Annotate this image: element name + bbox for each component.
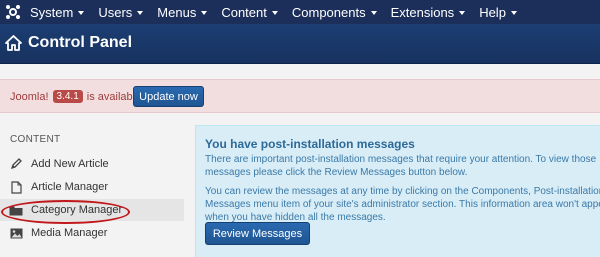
menu-menus[interactable]: Menus [157, 4, 208, 20]
sidebar: CONTENT Add New Article Article Manager … [0, 125, 190, 257]
menu-help[interactable]: Help [479, 5, 517, 20]
caret-down-icon [370, 10, 377, 15]
menu-label: Users [98, 4, 133, 20]
sidebar-item-label: Category Manager [31, 204, 123, 216]
image-icon [9, 226, 23, 240]
sidebar-item-label: Add New Article [31, 158, 109, 170]
menu-label: Content [221, 4, 267, 20]
sidebar-heading: CONTENT [10, 134, 61, 145]
joomla-logo-icon[interactable] [4, 3, 22, 21]
sidebar-item-add-new-article[interactable]: Add New Article [0, 153, 184, 175]
post-installation-panel: You have post-installation messages Ther… [195, 125, 600, 257]
sidebar-item-category-manager[interactable]: Category Manager [0, 199, 184, 221]
sidebar-item-media-manager[interactable]: Media Manager [0, 222, 184, 244]
menu-label: Extensions [390, 4, 455, 20]
main-menu: System Users Menus Content Components Ex… [30, 0, 531, 24]
folder-icon [9, 203, 23, 217]
update-alert: Joomla! 3.4.1 is available: Update now [0, 79, 600, 113]
document-icon [9, 180, 23, 194]
menu-label: Components [291, 4, 366, 20]
sidebar-item-label: Article Manager [31, 181, 109, 193]
version-badge: 3.4.1 [52, 90, 83, 103]
page-title: Control Panel [28, 34, 133, 51]
menu-content[interactable]: Content [221, 5, 278, 20]
menu-label: Help [479, 4, 506, 20]
menu-system[interactable]: System [30, 4, 85, 20]
review-messages-button[interactable]: Review Messages [205, 222, 310, 245]
panel-title: You have post-installation messages [205, 137, 415, 151]
update-now-button[interactable]: Update now [133, 86, 204, 107]
caret-down-icon [510, 10, 517, 15]
menu-extensions[interactable]: Extensions [391, 5, 466, 20]
pencil-icon [9, 157, 23, 171]
caret-down-icon [201, 10, 208, 15]
panel-paragraph-1: There are important post-installation me… [205, 154, 597, 178]
menu-label: System [30, 4, 74, 20]
caret-down-icon [459, 10, 466, 15]
sidebar-item-article-manager[interactable]: Article Manager [0, 176, 184, 198]
panel-paragraph-2: You can review the messages at any time … [205, 186, 600, 223]
caret-down-icon [78, 10, 85, 15]
sidebar-item-label: Media Manager [31, 227, 108, 239]
alert-message: Joomla! 3.4.1 is available: [10, 90, 144, 103]
caret-down-icon [137, 10, 144, 15]
menu-users[interactable]: Users [98, 4, 144, 20]
page-header: Control Panel [0, 24, 600, 64]
alert-prefix: Joomla! [10, 90, 49, 103]
top-navbar: System Users Menus Content Components Ex… [0, 0, 600, 24]
home-icon [5, 35, 22, 51]
caret-down-icon [271, 10, 278, 15]
menu-components[interactable]: Components [292, 5, 377, 20]
menu-label: Menus [157, 4, 197, 20]
